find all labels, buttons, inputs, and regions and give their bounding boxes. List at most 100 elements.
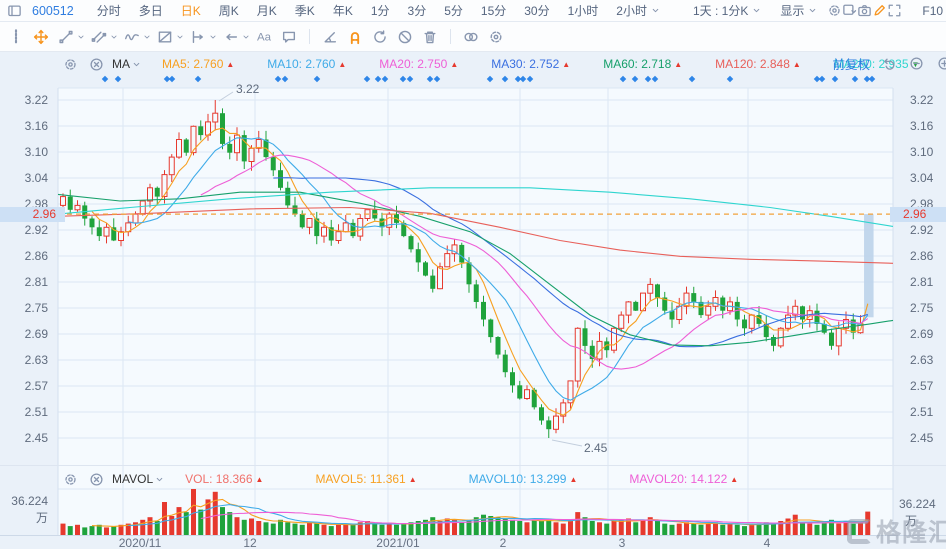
event-markers[interactable] xyxy=(102,76,876,83)
layout-select-icon[interactable] xyxy=(842,1,857,21)
rings-icon[interactable] xyxy=(459,25,483,49)
pattern-icon[interactable] xyxy=(153,25,177,49)
chevron-down-icon xyxy=(175,32,185,42)
gear-icon[interactable] xyxy=(484,25,508,49)
ma-settings-gear-icon[interactable] xyxy=(60,54,80,74)
ma-value: MA20: 2.750▲ xyxy=(379,57,458,71)
arrow-left-icon[interactable] xyxy=(219,25,243,49)
chevron-down-icon xyxy=(131,59,142,70)
y-axis-label: 2.75 xyxy=(0,301,57,315)
current-price-label-right: 2.96 xyxy=(890,207,946,222)
low-price-annotation: 2.45 xyxy=(584,441,607,455)
period-tab[interactable]: 1小时 xyxy=(559,2,608,19)
y-axis-label: 2.75 xyxy=(897,301,946,315)
trend-line-icon[interactable] xyxy=(54,25,78,49)
adjust-mode-button[interactable]: 前复权 xyxy=(832,54,870,73)
triangle-up-icon: ▲ xyxy=(338,60,346,69)
y-axis-label: 3.10 xyxy=(897,145,946,159)
period-tab[interactable]: 日K xyxy=(172,2,210,19)
volume-scale-max-left: 36.224 xyxy=(0,494,48,508)
chevron-down-icon xyxy=(241,32,251,42)
ma-close-icon[interactable] xyxy=(86,54,106,74)
volume-unit-left: 万 xyxy=(0,509,48,526)
y-axis-label: 3.04 xyxy=(0,171,57,185)
f10-button[interactable]: F10 xyxy=(916,4,946,18)
refresh-icon[interactable] xyxy=(368,25,392,49)
y-axis-label: 2.51 xyxy=(897,405,946,419)
y-axis-label: 2.86 xyxy=(897,249,946,263)
undo-icon[interactable] xyxy=(878,53,898,73)
triangle-up-icon: ▲ xyxy=(674,60,682,69)
watermark: 格隆汇 xyxy=(847,513,946,549)
camera-icon[interactable] xyxy=(857,1,872,21)
period-tab[interactable]: 15分 xyxy=(472,2,515,19)
period-tab[interactable]: 2小时 xyxy=(607,2,670,19)
move-cross-icon[interactable] xyxy=(29,25,53,49)
x-axis-label: 4 xyxy=(727,536,807,549)
period-tab[interactable]: 5分 xyxy=(435,2,472,19)
window-icon[interactable] xyxy=(7,1,22,21)
custom-period-select[interactable]: 1天 : 1分K xyxy=(684,2,771,19)
period-tab[interactable]: 年K xyxy=(324,2,362,19)
trash-icon[interactable] xyxy=(418,25,442,49)
x-axis-label: 2020/11 xyxy=(100,536,180,549)
stock-chart-app: MA MA5: 2.760▲ MA10: 2.760▲ MA20: 2.750▲ MA… xyxy=(0,0,946,549)
ma-indicator-select[interactable]: MA xyxy=(112,57,142,71)
ma-indicator-row: MA MA5: 2.760▲ MA10: 2.760▲ MA20: 2.750▲ MA… xyxy=(60,54,919,74)
triangle-up-icon: ▲ xyxy=(450,60,458,69)
settings-gear-icon[interactable] xyxy=(827,1,842,21)
period-tab[interactable]: 3分 xyxy=(399,2,436,19)
chart-right-controls: 前复权 xyxy=(832,53,946,73)
y-axis-label: 2.45 xyxy=(0,431,57,445)
period-tab[interactable]: 分时 xyxy=(88,2,130,19)
y-axis-label: 2.45 xyxy=(897,431,946,445)
mavol-close-icon[interactable] xyxy=(86,469,106,489)
period-tab[interactable]: 周K xyxy=(210,2,248,19)
channel-icon[interactable] xyxy=(87,25,111,49)
mavol-value: VOL: 18.366▲ xyxy=(185,472,263,486)
magnet-icon[interactable] xyxy=(343,25,367,49)
mavol-settings-gear-icon[interactable] xyxy=(60,469,80,489)
text-icon[interactable]: Aa xyxy=(252,25,276,49)
zoom-in-icon[interactable] xyxy=(934,53,946,73)
extend-right-icon[interactable] xyxy=(186,25,210,49)
y-axis-label: 3.16 xyxy=(0,119,57,133)
y-axis-label: 3.04 xyxy=(897,171,946,185)
mavol-value: MAVOL5: 11.361▲ xyxy=(315,472,416,486)
ma-value: MA10: 2.760▲ xyxy=(267,57,346,71)
ma-value: MA5: 2.760▲ xyxy=(162,57,234,71)
chevron-down-icon xyxy=(807,5,818,16)
period-tab[interactable]: 30分 xyxy=(515,2,558,19)
symbol-code[interactable]: 600512 xyxy=(32,4,74,18)
ma-value: MA60: 2.718▲ xyxy=(603,57,682,71)
angle-icon[interactable] xyxy=(318,25,342,49)
mavol-value: MAVOL10: 13.299▲ xyxy=(469,472,578,486)
chevron-down-icon xyxy=(142,32,152,42)
y-axis-label: 2.69 xyxy=(897,327,946,341)
chevron-down-icon xyxy=(154,474,165,485)
prohibit-icon[interactable] xyxy=(393,25,417,49)
pencil-icon[interactable] xyxy=(872,1,887,21)
triangle-up-icon: ▲ xyxy=(226,60,234,69)
period-tab[interactable]: 月K xyxy=(248,2,286,19)
period-tab[interactable]: 多日 xyxy=(130,2,172,19)
bubble-icon[interactable] xyxy=(277,25,301,49)
y-axis-label: 2.51 xyxy=(0,405,57,419)
y-axis-label: 2.92 xyxy=(897,223,946,237)
y-axis-label: 2.86 xyxy=(0,249,57,263)
chevron-down-icon xyxy=(208,32,218,42)
fullscreen-icon[interactable] xyxy=(887,1,902,21)
mavol-indicator-select[interactable]: MAVOL xyxy=(112,472,165,486)
y-axis-label: 2.63 xyxy=(0,353,57,367)
period-tab[interactable]: 季K xyxy=(286,2,324,19)
watermark-logo-icon xyxy=(847,519,872,544)
zoom-out-icon[interactable] xyxy=(906,53,926,73)
display-menu[interactable]: 显示 xyxy=(771,2,827,19)
y-axis-label: 2.69 xyxy=(0,327,57,341)
x-axis-label: 2 xyxy=(463,536,543,549)
mavol-value: MAVOL20: 14.122▲ xyxy=(629,472,738,486)
top-toolbar: 600512 分时多日日K周K月K季K年K1分3分5分15分30分1小时2小时 … xyxy=(0,0,946,22)
drag-handle-icon xyxy=(4,25,28,49)
period-tab[interactable]: 1分 xyxy=(362,2,399,19)
wave-icon[interactable] xyxy=(120,25,144,49)
